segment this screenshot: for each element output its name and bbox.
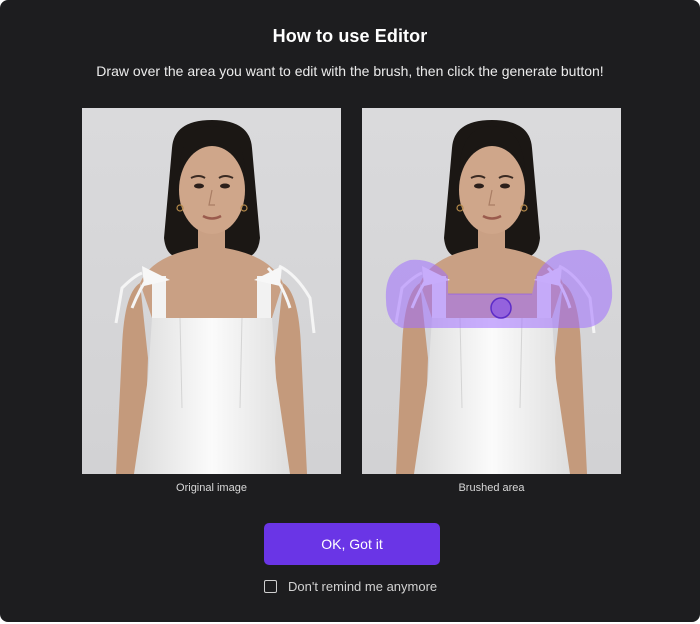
dont-remind-label: Don't remind me anymore xyxy=(288,578,438,594)
brushed-area-image xyxy=(362,108,621,474)
brushed-area-caption: Brushed area xyxy=(458,482,525,494)
dont-remind-option[interactable]: Don't remind me anymore xyxy=(264,576,437,596)
original-image xyxy=(82,108,341,474)
brush-cursor xyxy=(490,297,512,319)
ok-got-it-button[interactable]: OK, Got it xyxy=(264,523,440,565)
dialog-title: How to use Editor xyxy=(272,26,428,46)
dialog-subtitle: Draw over the area you want to edit with… xyxy=(96,63,604,79)
original-image-caption: Original image xyxy=(176,482,247,494)
editor-tutorial-dialog: How to use Editor Draw over the area you… xyxy=(0,0,700,622)
dont-remind-checkbox[interactable] xyxy=(264,579,277,593)
